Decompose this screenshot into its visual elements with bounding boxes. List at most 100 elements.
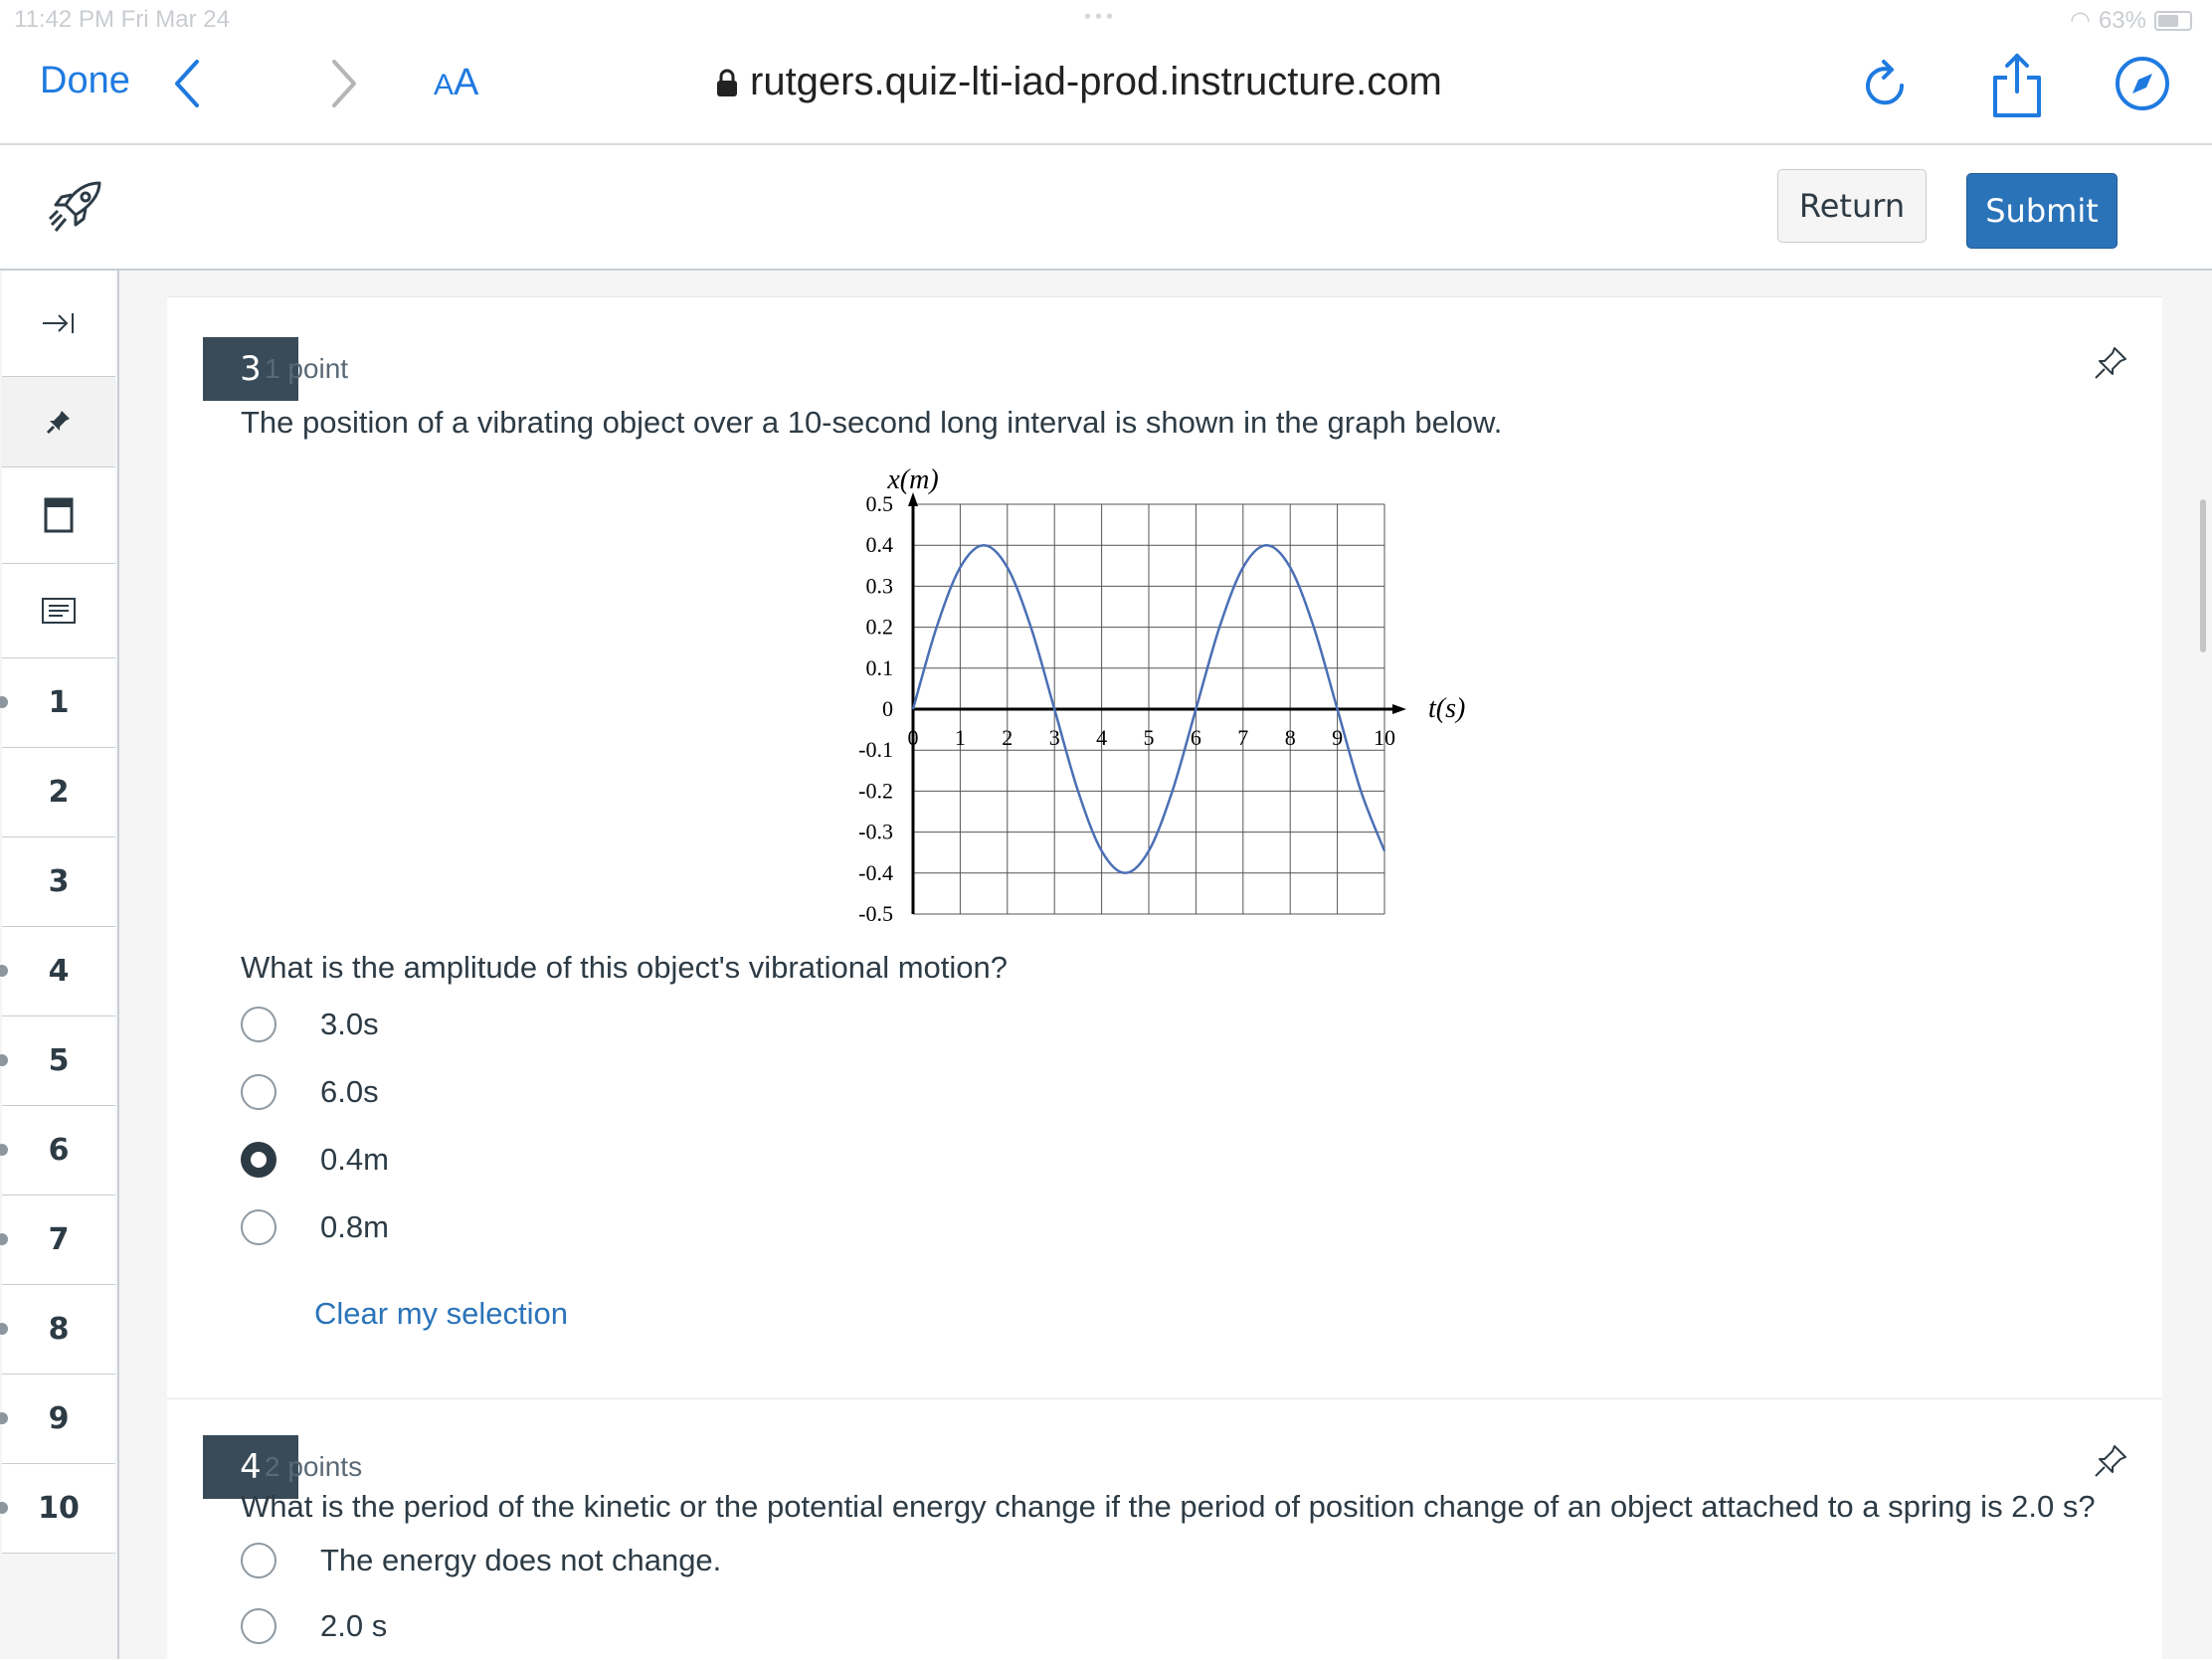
answered-marker <box>0 1144 8 1156</box>
x-tick-label: 8 <box>1285 725 1296 750</box>
answered-marker <box>0 1323 8 1335</box>
share-icon[interactable] <box>1985 50 2049 126</box>
battery-icon <box>2154 10 2192 31</box>
sidebar-question-2[interactable]: 2 <box>2 748 115 837</box>
battery-indicator: ◠ 63% <box>2070 6 2192 35</box>
question-nav-sidebar: 1 2 3 4 5 6 7 8 9 10 <box>0 271 119 1659</box>
address-bar[interactable]: rutgers.quiz-lti-iad-prod.instructure.co… <box>716 60 1442 104</box>
submit-button[interactable]: Submit <box>1966 173 2118 249</box>
formula-sheet-icon[interactable] <box>2 564 115 658</box>
sidebar-question-7[interactable]: 7 <box>0 1196 115 1285</box>
x-tick-label: 2 <box>1002 725 1013 750</box>
return-button[interactable]: Return <box>1777 169 1927 243</box>
x-tick-label: 5 <box>1144 725 1155 750</box>
quiz-main: 3 1 point The position of a vibrating ob… <box>119 271 2212 1660</box>
y-tick-label: -0.1 <box>858 737 893 762</box>
lock-icon <box>717 69 737 96</box>
sidebar-question-5[interactable]: 5 <box>0 1016 115 1106</box>
answered-marker <box>0 965 8 977</box>
answer-option[interactable]: 0.8m <box>241 1209 389 1245</box>
question-text: What is the amplitude of this object's v… <box>241 950 1008 985</box>
sidebar-question-10[interactable]: 10 <box>0 1464 115 1554</box>
sidebar-question-6[interactable]: 6 <box>0 1106 115 1196</box>
battery-percent: 63% <box>2098 6 2146 34</box>
x-tick-label: 10 <box>1374 725 1395 750</box>
radio-button[interactable] <box>241 1007 276 1042</box>
expand-sidebar-icon[interactable] <box>2 271 115 377</box>
question-card: 4 2 points What is the period of the kin… <box>167 1398 2162 1660</box>
question-prompt: What is the period of the kinetic or the… <box>241 1489 2096 1524</box>
y-tick-label: -0.3 <box>858 820 893 844</box>
x-tick-label: 0 <box>908 725 919 750</box>
y-tick-label: 0.1 <box>866 655 894 680</box>
pin-icon[interactable] <box>2093 345 2128 386</box>
option-label: 0.4m <box>320 1142 389 1177</box>
status-bar: 11:42 PM Fri Mar 24 ••• ◠ 63% <box>0 0 2212 40</box>
radio-button[interactable] <box>241 1074 276 1110</box>
option-label: The energy does not change. <box>320 1543 722 1577</box>
quiz-header: Return Submit <box>0 145 2212 271</box>
answered-marker <box>0 696 8 708</box>
answer-option[interactable]: 6.0s <box>241 1074 379 1110</box>
question-points: 1 point <box>265 353 349 384</box>
y-tick-label: 0 <box>882 696 893 721</box>
y-tick-label: 0.2 <box>866 615 894 640</box>
option-label: 2.0 s <box>320 1608 388 1643</box>
status-time: 11:42 PM Fri Mar 24 <box>14 6 230 33</box>
calculator-icon[interactable] <box>2 467 115 564</box>
x-tick-label: 1 <box>955 725 966 750</box>
sidebar-question-1[interactable]: 1 <box>0 658 115 748</box>
y-tick-label: -0.5 <box>858 901 893 926</box>
clear-selection-link[interactable]: Clear my selection <box>314 1296 568 1332</box>
url-text: rutgers.quiz-lti-iad-prod.instructure.co… <box>750 60 1442 103</box>
x-axis-label: t(s) <box>1428 693 1465 724</box>
answered-marker <box>0 1054 8 1066</box>
answer-option[interactable]: 2.0 s <box>241 1608 387 1644</box>
wifi-icon: ◠ <box>2070 7 2091 34</box>
pinned-filter-icon[interactable] <box>2 377 115 467</box>
answer-option[interactable]: 3.0s <box>241 1007 379 1042</box>
x-axis-arrow <box>1392 704 1406 714</box>
y-tick-label: 0.4 <box>866 532 894 557</box>
x-tick-label: 4 <box>1096 725 1107 750</box>
x-tick-label: 7 <box>1237 725 1248 750</box>
text-size-button[interactable]: AA <box>434 62 478 104</box>
y-tick-label: -0.4 <box>858 860 893 885</box>
multitasking-dots-icon[interactable]: ••• <box>1084 6 1117 29</box>
pin-icon[interactable] <box>2093 1443 2128 1484</box>
sidebar-question-4[interactable]: 4 <box>0 927 115 1016</box>
radio-button[interactable] <box>241 1608 276 1644</box>
option-label: 0.8m <box>320 1209 389 1244</box>
radio-button[interactable] <box>241 1209 276 1245</box>
question-card: 3 1 point The position of a vibrating ob… <box>167 296 2162 1397</box>
compass-icon[interactable] <box>2113 54 2172 118</box>
scrollbar[interactable] <box>2200 499 2206 652</box>
answer-option[interactable]: 0.4m <box>241 1142 389 1178</box>
sidebar-question-8[interactable]: 8 <box>0 1285 115 1375</box>
answered-marker <box>0 1233 8 1245</box>
x-tick-label: 3 <box>1049 725 1060 750</box>
x-tick-label: 9 <box>1332 725 1343 750</box>
y-tick-label: 0.3 <box>866 573 894 598</box>
question-points: 2 points <box>265 1451 363 1482</box>
x-tick-label: 6 <box>1191 725 1201 750</box>
answered-marker <box>0 1412 8 1424</box>
chevron-right-icon[interactable] <box>324 54 364 118</box>
radio-button-selected[interactable] <box>241 1142 276 1178</box>
y-axis-label: x(m) <box>886 468 938 495</box>
done-button[interactable]: Done <box>40 60 130 102</box>
answer-option[interactable]: The energy does not change. <box>241 1543 721 1578</box>
option-label: 6.0s <box>320 1074 379 1109</box>
reload-icon[interactable] <box>1858 56 1914 120</box>
chevron-left-icon[interactable] <box>167 54 207 118</box>
rocket-icon <box>46 179 105 242</box>
radio-button[interactable] <box>241 1543 276 1578</box>
y-tick-label: -0.2 <box>858 778 893 803</box>
sidebar-question-3[interactable]: 3 <box>2 837 115 927</box>
option-label: 3.0s <box>320 1007 379 1041</box>
question-prompt: The position of a vibrating object over … <box>241 405 1503 440</box>
browser-toolbar: Done AA rutgers.quiz-lti-iad-prod.instru… <box>0 40 2212 145</box>
sidebar-question-9[interactable]: 9 <box>0 1375 115 1464</box>
position-time-graph: 0.50.40.30.20.10-0.1-0.2-0.3-0.4-0.50 1 2 3… <box>858 468 1465 926</box>
answered-marker <box>0 1502 8 1514</box>
